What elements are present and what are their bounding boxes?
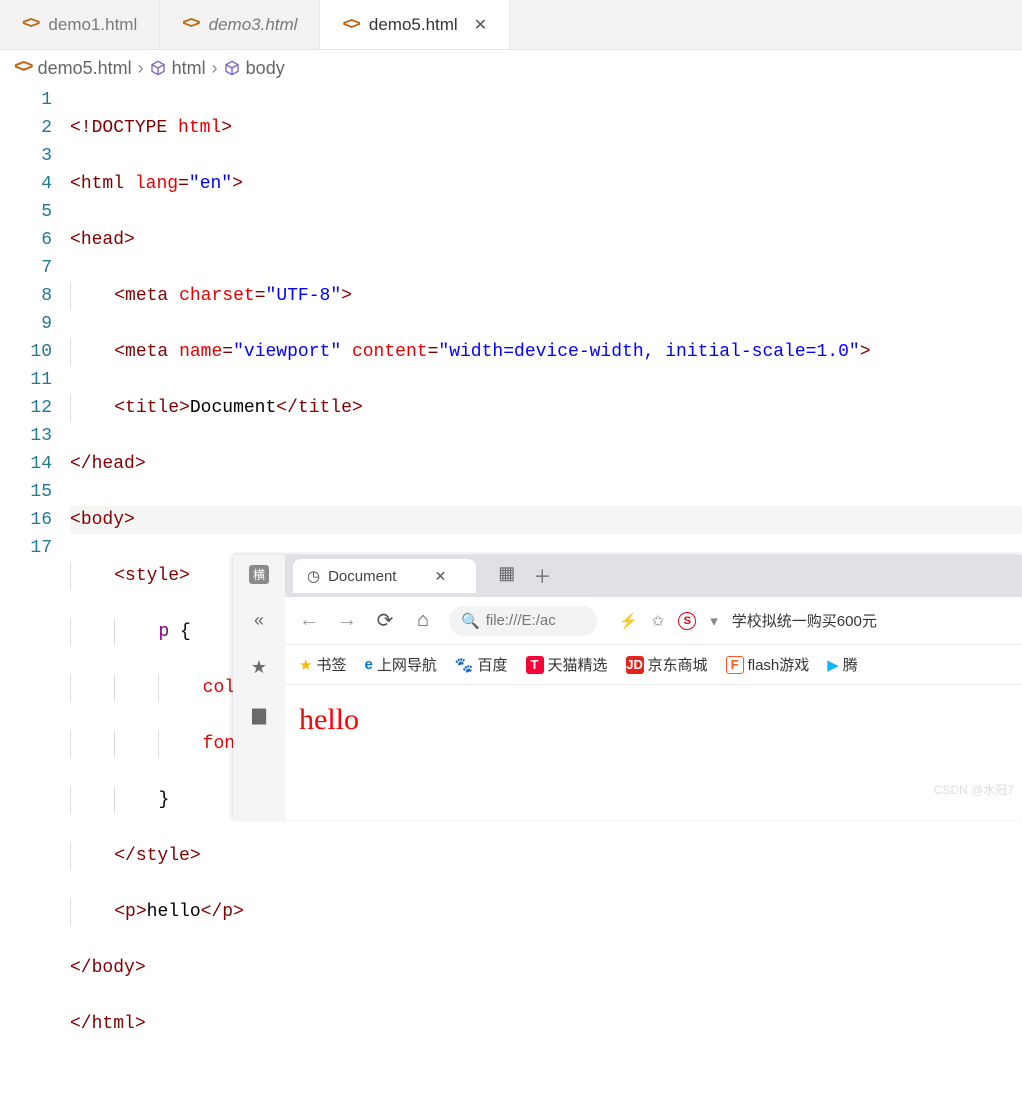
browser-viewport: hello [285,685,1022,755]
html-file-icon: <> [182,15,198,34]
forward-button[interactable]: → [335,609,359,632]
watermark: CSDN @水冠7 [934,781,1014,798]
bookmark-item[interactable]: Fflash游戏 [726,654,810,675]
chevron-right-icon: › [212,58,218,79]
browser-toolbar: ← → ⟳ ⌂ 🔍 file:///E:/ac ⚡ ✩ S ▾ 学校拟统一购买6… [285,597,1022,645]
bookmark-item[interactable]: e上网导航 [364,654,436,675]
close-icon[interactable]: ✕ [474,15,487,35]
reload-button[interactable]: ⟳ [373,608,397,633]
tab-demo3[interactable]: <> demo3.html [160,0,320,49]
url-bar[interactable]: 🔍 file:///E:/ac [449,606,597,636]
extensions-icon[interactable]: ▦ [498,563,515,589]
browser-sidebar: 横 « ★ ▆ [233,555,285,820]
tab-demo5[interactable]: <> demo5.html ✕ [320,0,510,49]
home-button[interactable]: ⌂ [411,609,435,632]
search-icon: 🔍 [461,612,480,630]
globe-icon: ◷ [307,567,320,585]
bookmark-item[interactable]: ★书签 [299,654,346,675]
lightning-icon[interactable]: ⚡ [619,612,638,630]
back-button[interactable]: ← [297,609,321,632]
breadcrumb: <> demo5.html › html › body [0,50,1022,86]
bookmark-item[interactable]: 🐾百度 [455,654,508,675]
chevron-right-icon: › [138,58,144,79]
url-text: file:///E:/ac [486,612,556,629]
tab-demo1[interactable]: <> demo1.html [0,0,160,49]
breadcrumb-seg[interactable]: html [172,58,206,79]
folder-icon[interactable]: ▆ [252,704,266,725]
breadcrumb-file[interactable]: demo5.html [38,58,132,79]
editor-tabs: <> demo1.html <> demo3.html <> demo5.htm… [0,0,1022,50]
browser-tab-strip: ◷ Document ✕ ▦ ＋ [285,555,1022,597]
browser-window: 横 « ★ ▆ ◷ Document ✕ ▦ ＋ ← → ⟳ ⌂ 🔍 file:… [233,555,1022,820]
bookmark-item[interactable]: ▶腾 [827,654,858,675]
collapse-icon[interactable]: « [254,610,264,631]
html-file-icon: <> [22,15,38,34]
star-icon[interactable]: ★ [251,657,267,678]
html-file-icon: <> [342,16,358,35]
new-tab-icon[interactable]: ＋ [533,563,551,589]
bookmark-item[interactable]: T天猫精选 [526,654,608,675]
page-content-text: hello [299,703,1008,737]
line-number-gutter: 1234567891011121314151617 [0,86,70,1094]
tab-label: demo5.html [369,15,458,35]
sidebar-toggle[interactable]: 横 [249,565,269,584]
browser-tab[interactable]: ◷ Document ✕ [293,559,476,593]
headline-text[interactable]: 学校拟统一购买600元 [732,610,877,631]
favorite-icon[interactable]: ✩ [652,612,665,630]
sogou-icon[interactable]: S [678,612,696,630]
bookmark-item[interactable]: JD京东商城 [626,654,708,675]
bookmarks-bar: ★书签 e上网导航 🐾百度 T天猫精选 JD京东商城 Fflash游戏 ▶腾 [285,645,1022,685]
close-icon[interactable]: ✕ [434,568,446,585]
tab-label: demo3.html [209,15,298,35]
element-icon [224,60,240,76]
html-file-icon: <> [14,58,32,78]
tab-label: demo1.html [48,15,137,35]
breadcrumb-seg[interactable]: body [246,58,285,79]
browser-tab-title: Document [328,568,396,585]
element-icon [150,60,166,76]
